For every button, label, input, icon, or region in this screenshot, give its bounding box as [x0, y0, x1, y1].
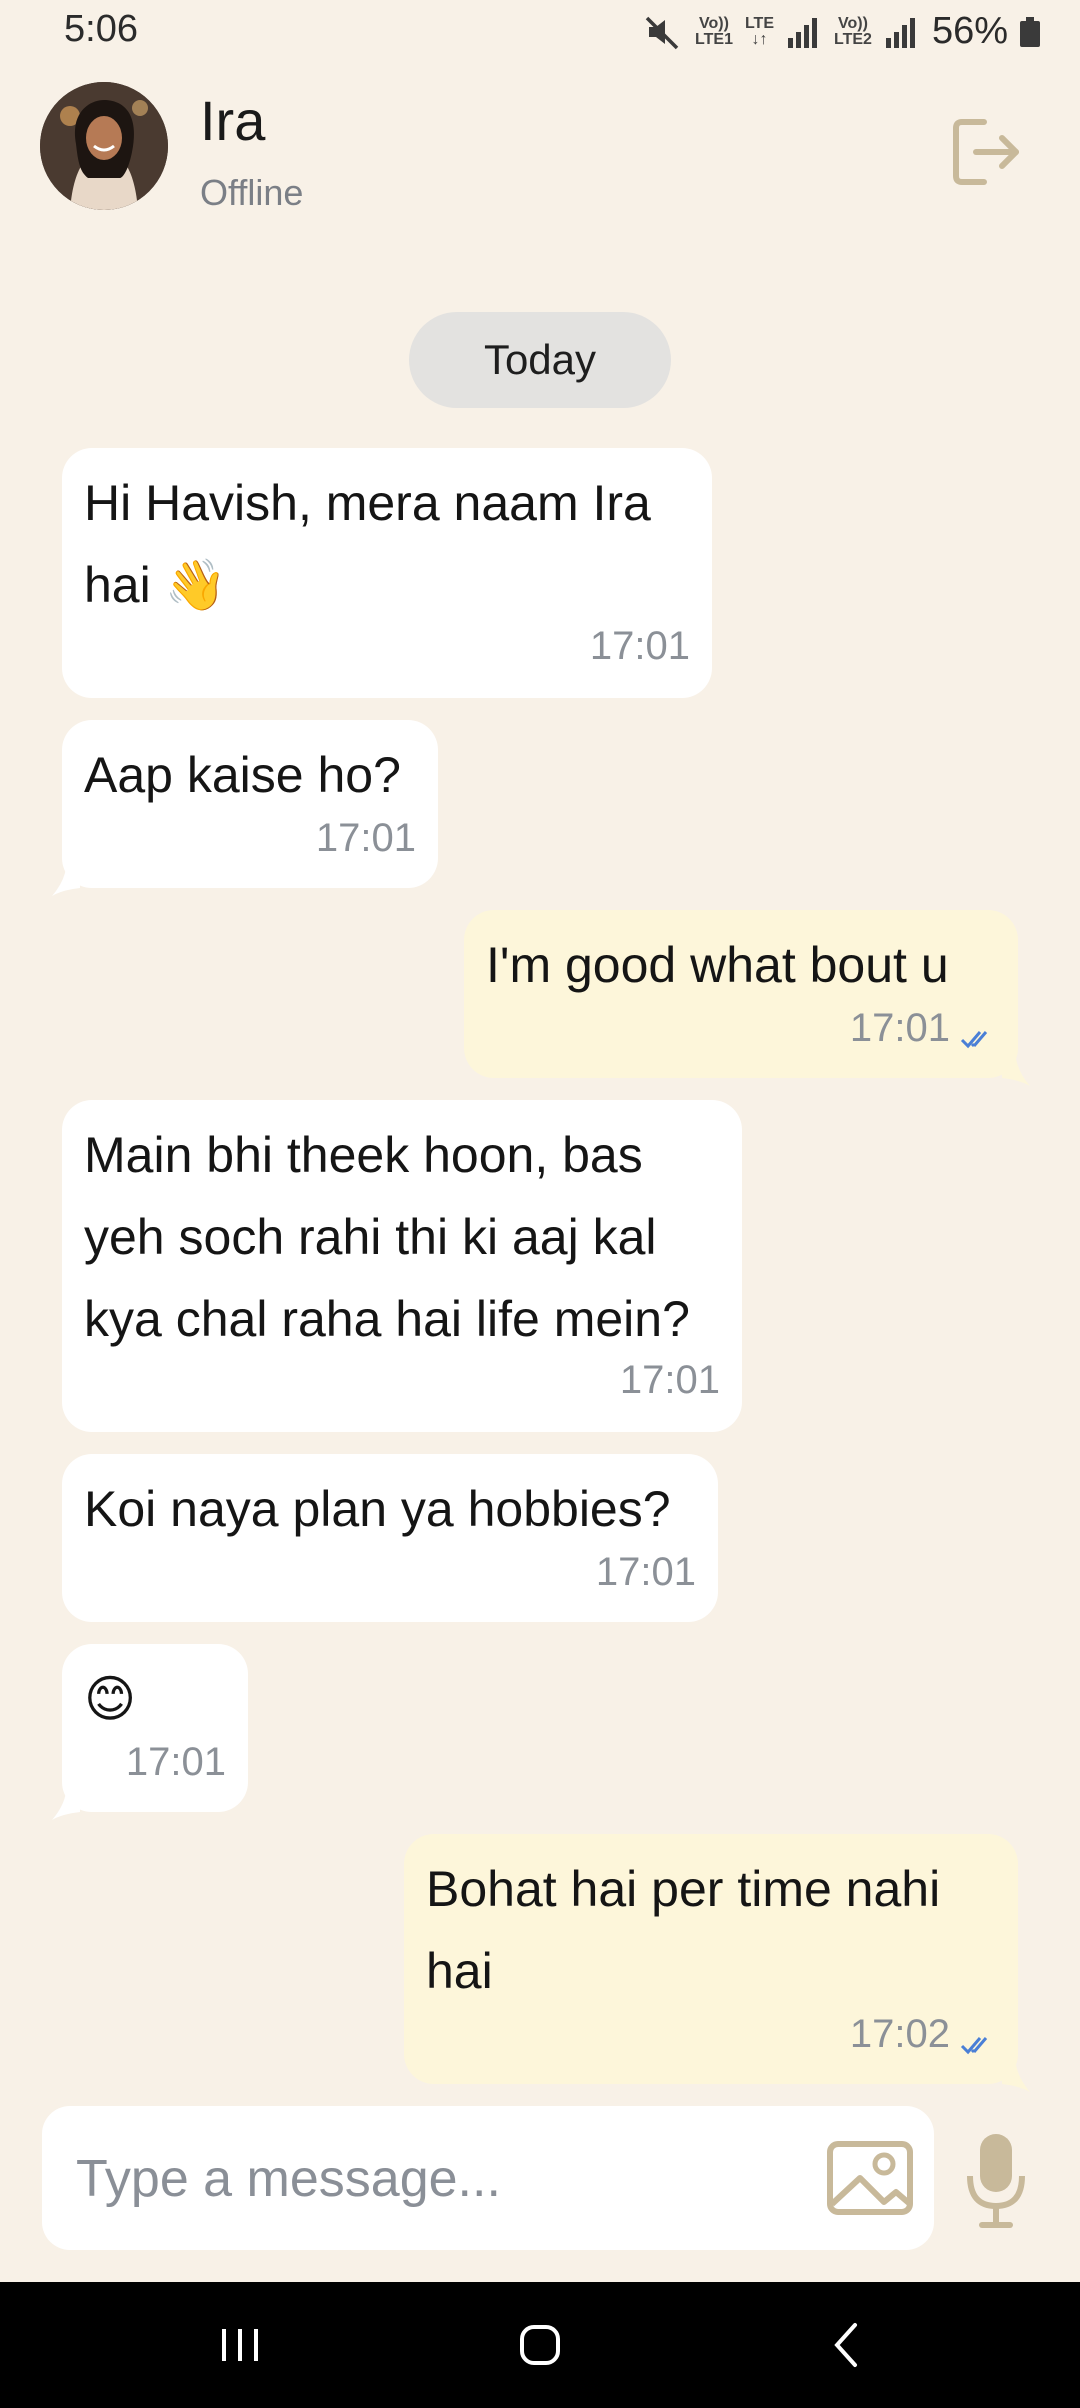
sim2-label: Vo)) LTE2: [834, 14, 872, 48]
contact-name[interactable]: Ira: [200, 88, 265, 153]
read-receipt-icon: [960, 2037, 988, 2055]
message-text: 😊: [84, 1671, 137, 1727]
bubble-tail: [52, 1792, 80, 1820]
status-bar: 5:06 Vo)) LTE1 LTE ↓↑ Vo)) LTE2 56%: [0, 0, 1080, 62]
logout-icon[interactable]: [950, 116, 1026, 188]
sim1-volte: Vo)): [699, 14, 729, 32]
message-composer: [42, 2106, 934, 2252]
message-bubble-incoming[interactable]: Main bhi theek hoon, bas yeh soch rahi t…: [62, 1100, 742, 1432]
image-icon[interactable]: [826, 2138, 914, 2218]
signal-bars-icon: [788, 17, 817, 48]
message-bubble-incoming[interactable]: Aap kaise ho? 17:01: [62, 720, 438, 888]
avatar[interactable]: [40, 82, 168, 210]
message-text: I'm good what bout u: [486, 937, 949, 993]
message-time: 17:01: [849, 1006, 950, 1050]
chat-header: Ira Offline: [0, 80, 1080, 220]
mic-icon[interactable]: [964, 2130, 1028, 2230]
message-time: 17:01: [619, 1358, 720, 1402]
mute-icon: [645, 16, 679, 49]
message-time: 17:01: [125, 1740, 226, 1784]
message-text: Hi Havish, mera naam Ira hai 👋: [84, 475, 651, 613]
bubble-tail: [1002, 2064, 1030, 2092]
message-input[interactable]: [74, 2106, 838, 2252]
net-type-label: LTE ↓↑: [744, 14, 774, 48]
message-time: 17:01: [589, 624, 690, 668]
battery-icon: [1020, 16, 1040, 47]
message-text: Aap kaise ho?: [84, 747, 401, 803]
sim1-name: LTE1: [695, 30, 733, 48]
message-bubble-incoming[interactable]: Koi naya plan ya hobbies? 17:01: [62, 1454, 718, 1622]
sim2-volte: Vo)): [838, 14, 868, 32]
message-text: Koi naya plan ya hobbies?: [84, 1481, 671, 1537]
status-time: 5:06: [64, 8, 138, 50]
contact-status: Offline: [200, 172, 304, 213]
read-receipt-icon: [960, 1031, 988, 1049]
message-text: Bohat hai per time nahi hai: [426, 1861, 941, 1999]
message-time: 17:01: [315, 816, 416, 860]
bubble-tail: [1002, 1058, 1030, 1086]
avatar-image: [40, 82, 168, 210]
sim1-label: Vo)) LTE1: [695, 14, 733, 48]
message-time: 17:01: [595, 1550, 696, 1594]
message-bubble-outgoing[interactable]: I'm good what bout u 17:01: [464, 910, 1018, 1078]
message-time: 17:02: [849, 2012, 950, 2056]
back-button[interactable]: [776, 2282, 916, 2408]
home-icon: [520, 2325, 560, 2365]
message-bubble-incoming[interactable]: Hi Havish, mera naam Ira hai 👋 17:01: [62, 448, 712, 698]
message-bubble-incoming[interactable]: 😊 17:01: [62, 1644, 248, 1812]
message-text: Main bhi theek hoon, bas yeh soch rahi t…: [84, 1127, 690, 1347]
signal-bars-icon: [885, 17, 915, 48]
home-button[interactable]: [470, 2282, 610, 2408]
date-separator: Today: [409, 312, 671, 408]
sim2-name: LTE2: [834, 30, 872, 48]
recents-icon: [222, 2329, 258, 2361]
net-type: LTE: [744, 14, 774, 32]
data-arrows-icon: ↓↑: [751, 30, 768, 48]
recents-button[interactable]: [170, 2282, 310, 2408]
battery-percent: 56%: [931, 10, 1008, 52]
back-icon: [834, 2323, 857, 2367]
status-icons: Vo)) LTE1 LTE ↓↑ Vo)) LTE2 56%: [643, 10, 1040, 53]
message-bubble-outgoing[interactable]: Bohat hai per time nahi hai 17:02: [404, 1834, 1018, 2084]
system-nav-bar: [0, 2282, 1080, 2408]
bubble-tail: [52, 868, 80, 896]
